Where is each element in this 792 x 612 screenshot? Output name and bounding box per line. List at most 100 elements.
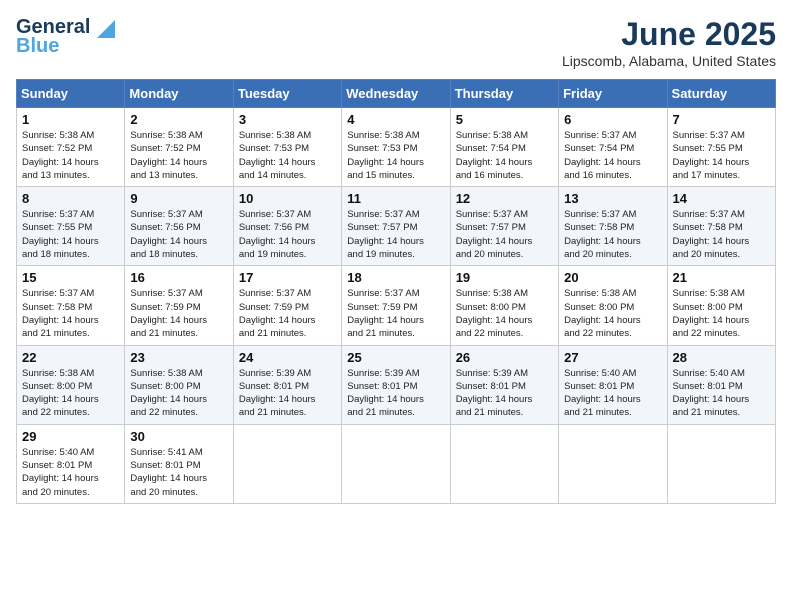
calendar-cell: 20 Sunrise: 5:38 AM Sunset: 8:00 PM Dayli… [559,266,667,345]
calendar-cell: 28 Sunrise: 5:40 AM Sunset: 8:01 PM Dayli… [667,345,775,424]
page-header: General Blue June 2025 Lipscomb, Alabama… [16,16,776,69]
day-number: 24 [239,350,336,365]
calendar-week-row: 8 Sunrise: 5:37 AM Sunset: 7:55 PM Daylig… [17,187,776,266]
calendar-cell: 26 Sunrise: 5:39 AM Sunset: 8:01 PM Dayli… [450,345,558,424]
day-info: Sunrise: 5:37 AM Sunset: 7:54 PM Dayligh… [564,129,661,182]
day-info: Sunrise: 5:38 AM Sunset: 7:52 PM Dayligh… [22,129,119,182]
day-number: 30 [130,429,227,444]
day-number: 27 [564,350,661,365]
calendar-cell [559,424,667,503]
day-info: Sunrise: 5:37 AM Sunset: 7:58 PM Dayligh… [22,287,119,340]
weekday-header: Monday [125,80,233,108]
day-number: 11 [347,191,444,206]
day-number: 20 [564,270,661,285]
day-number: 14 [673,191,770,206]
day-number: 8 [22,191,119,206]
day-number: 6 [564,112,661,127]
day-number: 28 [673,350,770,365]
calendar-cell: 8 Sunrise: 5:37 AM Sunset: 7:55 PM Daylig… [17,187,125,266]
day-info: Sunrise: 5:37 AM Sunset: 7:56 PM Dayligh… [239,208,336,261]
day-number: 3 [239,112,336,127]
day-info: Sunrise: 5:37 AM Sunset: 7:55 PM Dayligh… [673,129,770,182]
day-number: 5 [456,112,553,127]
calendar-week-row: 15Sunrise: 5:37 AM Sunset: 7:58 PM Dayli… [17,266,776,345]
day-info: Sunrise: 5:38 AM Sunset: 8:00 PM Dayligh… [564,287,661,340]
weekday-header: Tuesday [233,80,341,108]
day-info: Sunrise: 5:39 AM Sunset: 8:01 PM Dayligh… [347,367,444,420]
calendar-cell: 10 Sunrise: 5:37 AM Sunset: 7:56 PM Dayli… [233,187,341,266]
day-number: 29 [22,429,119,444]
day-number: 16 [130,270,227,285]
day-number: 22 [22,350,119,365]
day-info: Sunrise: 5:40 AM Sunset: 8:01 PM Dayligh… [22,446,119,499]
month-title: June 2025 [562,16,776,53]
day-info: Sunrise: 5:38 AM Sunset: 7:53 PM Dayligh… [347,129,444,182]
day-info: Sunrise: 5:39 AM Sunset: 8:01 PM Dayligh… [239,367,336,420]
day-number: 12 [456,191,553,206]
calendar-cell: 24 Sunrise: 5:39 AM Sunset: 8:01 PM Dayli… [233,345,341,424]
calendar-cell: 30 Sunrise: 5:41 AM Sunset: 8:01 PM Dayli… [125,424,233,503]
weekday-header: Wednesday [342,80,450,108]
logo-icon [97,20,115,38]
day-number: 26 [456,350,553,365]
day-number: 10 [239,191,336,206]
day-info: Sunrise: 5:40 AM Sunset: 8:01 PM Dayligh… [673,367,770,420]
calendar-cell: 23 Sunrise: 5:38 AM Sunset: 8:00 PM Dayli… [125,345,233,424]
day-number: 7 [673,112,770,127]
day-info: Sunrise: 5:38 AM Sunset: 7:53 PM Dayligh… [239,129,336,182]
day-info: Sunrise: 5:37 AM Sunset: 7:59 PM Dayligh… [130,287,227,340]
calendar-cell: 3 Sunrise: 5:38 AM Sunset: 7:53 PM Daylig… [233,108,341,187]
calendar-table: SundayMondayTuesdayWednesdayThursdayFrid… [16,79,776,504]
day-info: Sunrise: 5:37 AM Sunset: 7:59 PM Dayligh… [239,287,336,340]
day-info: Sunrise: 5:37 AM Sunset: 7:58 PM Dayligh… [673,208,770,261]
day-info: Sunrise: 5:39 AM Sunset: 8:01 PM Dayligh… [456,367,553,420]
day-info: Sunrise: 5:37 AM Sunset: 7:58 PM Dayligh… [564,208,661,261]
calendar-cell: 13Sunrise: 5:37 AM Sunset: 7:58 PM Dayli… [559,187,667,266]
day-number: 21 [673,270,770,285]
day-info: Sunrise: 5:38 AM Sunset: 8:00 PM Dayligh… [130,367,227,420]
calendar-cell: 4Sunrise: 5:38 AM Sunset: 7:53 PM Daylig… [342,108,450,187]
calendar-cell: 16 Sunrise: 5:37 AM Sunset: 7:59 PM Dayli… [125,266,233,345]
calendar-cell: 29 Sunrise: 5:40 AM Sunset: 8:01 PM Dayli… [17,424,125,503]
calendar-cell: 17 Sunrise: 5:37 AM Sunset: 7:59 PM Dayli… [233,266,341,345]
day-info: Sunrise: 5:37 AM Sunset: 7:57 PM Dayligh… [456,208,553,261]
calendar-cell [667,424,775,503]
calendar-cell: 22Sunrise: 5:38 AM Sunset: 8:00 PM Dayli… [17,345,125,424]
day-info: Sunrise: 5:41 AM Sunset: 8:01 PM Dayligh… [130,446,227,499]
day-number: 2 [130,112,227,127]
day-number: 25 [347,350,444,365]
day-number: 18 [347,270,444,285]
day-info: Sunrise: 5:38 AM Sunset: 7:52 PM Dayligh… [130,129,227,182]
weekday-header: Thursday [450,80,558,108]
calendar-cell: 12 Sunrise: 5:37 AM Sunset: 7:57 PM Dayli… [450,187,558,266]
calendar-week-row: 1Sunrise: 5:38 AM Sunset: 7:52 PM Daylig… [17,108,776,187]
calendar-week-row: 22 Sunrise: 5:38 AM Sunset: 8:00 PM Dayli… [17,345,776,424]
day-info: Sunrise: 5:40 AM Sunset: 8:01 PM Dayligh… [564,367,661,420]
calendar-cell: 2 Sunrise: 5:38 AM Sunset: 7:52 PM Daylig… [125,108,233,187]
calendar-cell: 18Sunrise: 5:37 AM Sunset: 7:59 PM Dayli… [342,266,450,345]
location: Lipscomb, Alabama, United States [562,53,776,69]
day-info: Sunrise: 5:37 AM Sunset: 7:55 PM Dayligh… [22,208,119,261]
day-number: 17 [239,270,336,285]
weekday-header: Friday [559,80,667,108]
calendar-week-row: 29 Sunrise: 5:40 AM Sunset: 8:01 PM Dayli… [17,424,776,503]
calendar-cell: 25 Sunrise: 5:39 AM Sunset: 8:01 PM Dayli… [342,345,450,424]
weekday-header: Saturday [667,80,775,108]
calendar-cell: 19 Sunrise: 5:38 AM Sunset: 8:00 PM Dayli… [450,266,558,345]
day-info: Sunrise: 5:37 AM Sunset: 7:56 PM Dayligh… [130,208,227,261]
calendar-cell: 14 Sunrise: 5:37 AM Sunset: 7:58 PM Dayli… [667,187,775,266]
calendar-cell: 15Sunrise: 5:37 AM Sunset: 7:58 PM Dayli… [17,266,125,345]
day-info: Sunrise: 5:38 AM Sunset: 8:00 PM Dayligh… [456,287,553,340]
day-number: 23 [130,350,227,365]
weekday-header: Sunday [17,80,125,108]
calendar-cell [342,424,450,503]
day-info: Sunrise: 5:37 AM Sunset: 7:57 PM Dayligh… [347,208,444,261]
calendar-cell: 1Sunrise: 5:38 AM Sunset: 7:52 PM Daylig… [17,108,125,187]
calendar-cell: 11 Sunrise: 5:37 AM Sunset: 7:57 PM Dayli… [342,187,450,266]
day-info: Sunrise: 5:38 AM Sunset: 8:00 PM Dayligh… [673,287,770,340]
title-block: June 2025 Lipscomb, Alabama, United Stat… [562,16,776,69]
day-number: 19 [456,270,553,285]
calendar-cell: 9 Sunrise: 5:37 AM Sunset: 7:56 PM Daylig… [125,187,233,266]
calendar-cell: 7 Sunrise: 5:37 AM Sunset: 7:55 PM Daylig… [667,108,775,187]
day-number: 9 [130,191,227,206]
